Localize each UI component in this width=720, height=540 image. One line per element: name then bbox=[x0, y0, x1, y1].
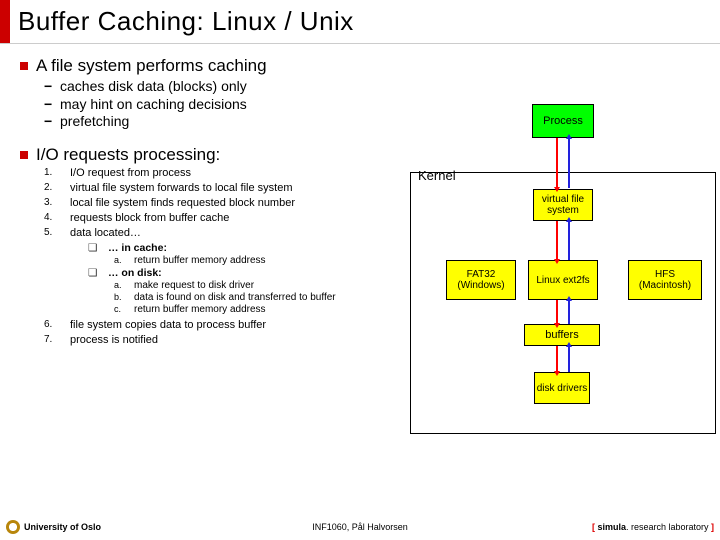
fs-hfs-box: HFS (Macintosh) bbox=[628, 260, 702, 300]
title-bar: Buffer Caching: Linux / Unix bbox=[0, 0, 720, 44]
buffers-box: buffers bbox=[524, 324, 600, 346]
slide-title: Buffer Caching: Linux / Unix bbox=[10, 0, 354, 43]
footer-right: [ simula. research laboratory ] bbox=[592, 522, 714, 532]
bullet-icon bbox=[20, 151, 28, 159]
footer: University of Oslo INF1060, Pål Halvorse… bbox=[6, 520, 714, 534]
fs-fat32-box: FAT32 (Windows) bbox=[446, 260, 516, 300]
crest-icon bbox=[6, 520, 20, 534]
arrow-icon bbox=[556, 300, 558, 324]
bullet-1: A file system performs caching bbox=[20, 56, 710, 76]
footer-left: University of Oslo bbox=[6, 520, 101, 534]
arrow-icon bbox=[556, 221, 558, 260]
footer-center: INF1060, Pål Halvorsen bbox=[312, 522, 408, 532]
slide-content: A file system performs caching −caches d… bbox=[0, 44, 720, 346]
arrow-icon bbox=[568, 138, 570, 188]
arrow-icon bbox=[556, 138, 558, 188]
vfs-box: virtual file system bbox=[533, 189, 593, 221]
process-box: Process bbox=[532, 104, 594, 138]
bullet-icon bbox=[20, 62, 28, 70]
arrow-icon bbox=[568, 221, 570, 260]
bullet-2-text: I/O requests processing: bbox=[36, 145, 220, 165]
arrow-icon bbox=[568, 300, 570, 324]
kernel-diagram: Process Kernel virtual file system FAT32… bbox=[410, 104, 716, 434]
accent-bar bbox=[0, 0, 10, 43]
disk-drivers-box: disk drivers bbox=[534, 372, 590, 404]
arrow-icon bbox=[568, 346, 570, 372]
bullet-1-text: A file system performs caching bbox=[36, 56, 267, 76]
arrow-icon bbox=[556, 346, 558, 372]
fs-ext2-box: Linux ext2fs bbox=[528, 260, 598, 300]
